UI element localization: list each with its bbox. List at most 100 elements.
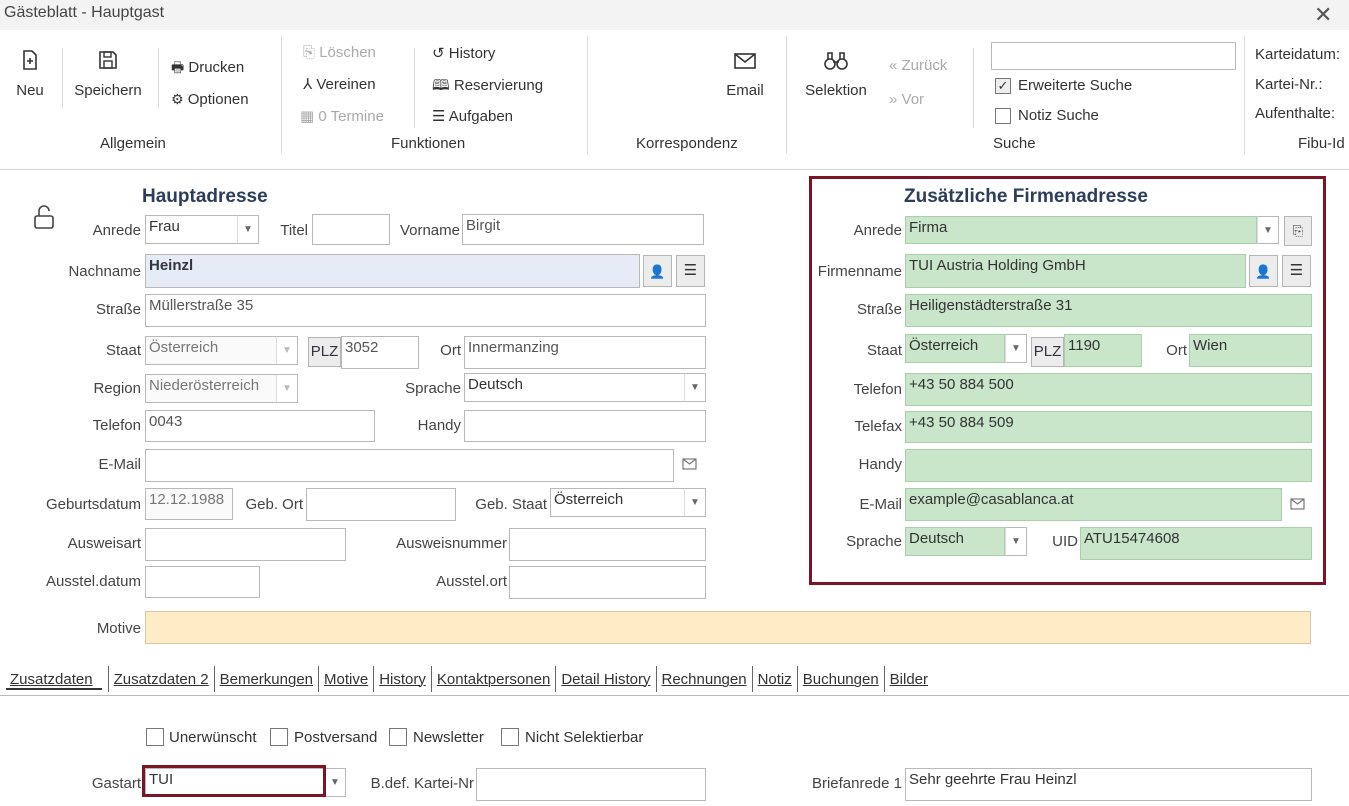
birthdate-field[interactable]: 12.12.1988 xyxy=(145,488,233,520)
company-fax-field[interactable]: +43 50 884 509 xyxy=(905,411,1312,443)
reservation-button[interactable]: 🕮 Reservierung xyxy=(432,75,543,100)
company-street-field[interactable]: Heiligenstädterstraße 31 xyxy=(905,294,1312,327)
tab-separator xyxy=(373,666,375,692)
first-name-field[interactable]: Birgit xyxy=(462,214,704,245)
note-search-checkbox[interactable] xyxy=(995,108,1011,124)
phone-field[interactable]: 0043 xyxy=(145,410,375,442)
copy-address-button[interactable]: ⎘ xyxy=(1284,216,1312,246)
person-lookup-button[interactable]: 👤 xyxy=(643,255,672,287)
country-select[interactable]: Österreich xyxy=(145,336,277,365)
company-person-lookup-button[interactable]: 👤 xyxy=(1249,255,1278,287)
tab-zusatzdaten[interactable]: Zusatzdaten xyxy=(8,671,105,688)
company-phone-label: Telefon xyxy=(853,381,902,398)
tab-rechnungen[interactable]: Rechnungen xyxy=(660,671,749,688)
guest-type-label: Gastart xyxy=(91,775,141,792)
menu-button[interactable]: ☰ xyxy=(676,255,705,287)
company-language-select[interactable]: Deutsch xyxy=(905,527,1005,556)
company-salutation-select[interactable]: Firma xyxy=(905,216,1257,244)
company-plz-button[interactable]: PLZ xyxy=(1031,337,1064,367)
last-name-field[interactable]: Heinzl xyxy=(145,254,640,288)
appointments-label: 0 Termine xyxy=(318,108,384,125)
tab-buchungen[interactable]: Buchungen xyxy=(801,671,881,688)
title-bar: Gästeblatt - Hauptgast ✕ xyxy=(0,0,1349,30)
chevron-down-icon[interactable]: ▼ xyxy=(324,768,346,797)
chevron-down-icon[interactable]: ▼ xyxy=(684,373,706,402)
issue-date-field[interactable] xyxy=(145,566,260,598)
double-chevron-left-icon: « xyxy=(889,57,898,74)
id-type-field[interactable] xyxy=(145,528,346,561)
forward-button[interactable]: » Vor xyxy=(889,91,924,108)
street-field[interactable]: Müllerstraße 35 xyxy=(145,294,706,327)
email-field[interactable] xyxy=(145,449,674,482)
tab-bemerkungen[interactable]: Bemerkungen xyxy=(218,671,315,688)
search-input[interactable] xyxy=(991,42,1236,70)
tab-zusatzdaten-2[interactable]: Zusatzdaten 2 xyxy=(112,671,211,688)
history-button[interactable]: ↺ History xyxy=(432,44,495,62)
plz-button[interactable]: PLZ xyxy=(308,337,341,367)
unlock-icon[interactable] xyxy=(33,205,55,233)
chevron-down-icon[interactable]: ▼ xyxy=(276,374,298,403)
delete-button[interactable]: ⎘ Löschen xyxy=(303,44,376,61)
merge-icon: ⅄ xyxy=(303,76,313,93)
title-field[interactable] xyxy=(312,214,390,245)
motive-field[interactable] xyxy=(145,611,1311,644)
tab-motive[interactable]: Motive xyxy=(322,671,370,688)
city-field[interactable]: Innermanzing xyxy=(464,336,706,369)
back-button[interactable]: « Zurück xyxy=(889,57,947,74)
selection-button[interactable]: Selektion xyxy=(802,50,870,99)
newsletter-checkbox[interactable] xyxy=(389,728,407,746)
birth-country-select[interactable]: Österreich xyxy=(550,488,685,517)
zip-field[interactable]: 3052 xyxy=(341,336,419,369)
company-mobile-field[interactable] xyxy=(905,449,1312,482)
region-select[interactable]: Niederösterreich xyxy=(145,374,277,403)
uid-label: UID xyxy=(1052,533,1078,550)
options-button[interactable]: ⚙ Optionen xyxy=(171,91,249,108)
extended-search-checkbox[interactable]: ✓ xyxy=(995,78,1011,94)
email-button[interactable]: Email xyxy=(722,50,768,99)
tab-detail-history[interactable]: Detail History xyxy=(559,671,652,688)
company-city-field[interactable]: Wien xyxy=(1189,334,1312,367)
tasks-button[interactable]: ☰ Aufgaben xyxy=(432,107,513,125)
mail-dispatch-checkbox[interactable] xyxy=(270,728,288,746)
id-number-field[interactable] xyxy=(509,528,706,561)
close-icon[interactable]: ✕ xyxy=(1314,2,1332,28)
chevron-down-icon[interactable]: ▼ xyxy=(276,336,298,365)
language-select[interactable]: Deutsch xyxy=(464,373,685,402)
chevron-down-icon[interactable]: ▼ xyxy=(237,215,259,244)
tab-separator xyxy=(796,666,798,692)
envelope-icon[interactable] xyxy=(682,457,697,474)
issue-place-field[interactable] xyxy=(509,566,706,599)
merge-button[interactable]: ⅄ Vereinen xyxy=(303,75,376,93)
company-country-select[interactable]: Österreich xyxy=(905,334,1005,363)
mobile-field[interactable] xyxy=(464,410,706,442)
binoculars-icon xyxy=(824,52,848,70)
chevron-down-icon[interactable]: ▼ xyxy=(1005,527,1027,556)
print-button[interactable]: 🖶 Drucken xyxy=(171,57,244,81)
uid-field[interactable]: ATU15474608 xyxy=(1080,527,1312,560)
company-name-field[interactable]: TUI Austria Holding GmbH xyxy=(905,254,1246,288)
envelope-icon[interactable] xyxy=(1290,497,1305,514)
chevron-down-icon[interactable]: ▼ xyxy=(1257,216,1279,244)
chevron-down-icon[interactable]: ▼ xyxy=(1005,334,1027,363)
calendar-icon: ▦ xyxy=(300,108,315,125)
unwanted-checkbox[interactable] xyxy=(146,728,164,746)
tab-bilder[interactable]: Bilder xyxy=(888,671,930,688)
salutation-select[interactable]: Frau xyxy=(145,215,238,244)
new-button[interactable]: Neu xyxy=(12,48,48,99)
tab-notiz[interactable]: Notiz xyxy=(756,671,794,688)
letter-salutation-field[interactable]: Sehr geehrte Frau Heinzl xyxy=(905,768,1312,801)
file-ref-field[interactable] xyxy=(476,768,706,801)
company-menu-button[interactable]: ☰ xyxy=(1282,255,1311,287)
not-selectable-checkbox[interactable] xyxy=(501,728,519,746)
birthplace-field[interactable] xyxy=(306,488,456,521)
save-button[interactable]: Speichern xyxy=(72,48,144,99)
company-zip-field[interactable]: 1190 xyxy=(1064,334,1142,367)
company-email-field[interactable]: example@casablanca.at xyxy=(905,488,1282,521)
tab-kontaktpersonen[interactable]: Kontaktpersonen xyxy=(435,671,552,688)
chevron-down-icon[interactable]: ▼ xyxy=(684,488,706,517)
tab-history[interactable]: History xyxy=(377,671,428,688)
company-phone-field[interactable]: +43 50 884 500 xyxy=(905,373,1312,406)
last-name-label: Nachname xyxy=(68,263,141,280)
appointments-button[interactable]: ▦ 0 Termine xyxy=(300,107,384,125)
save-label: Speichern xyxy=(74,82,142,99)
